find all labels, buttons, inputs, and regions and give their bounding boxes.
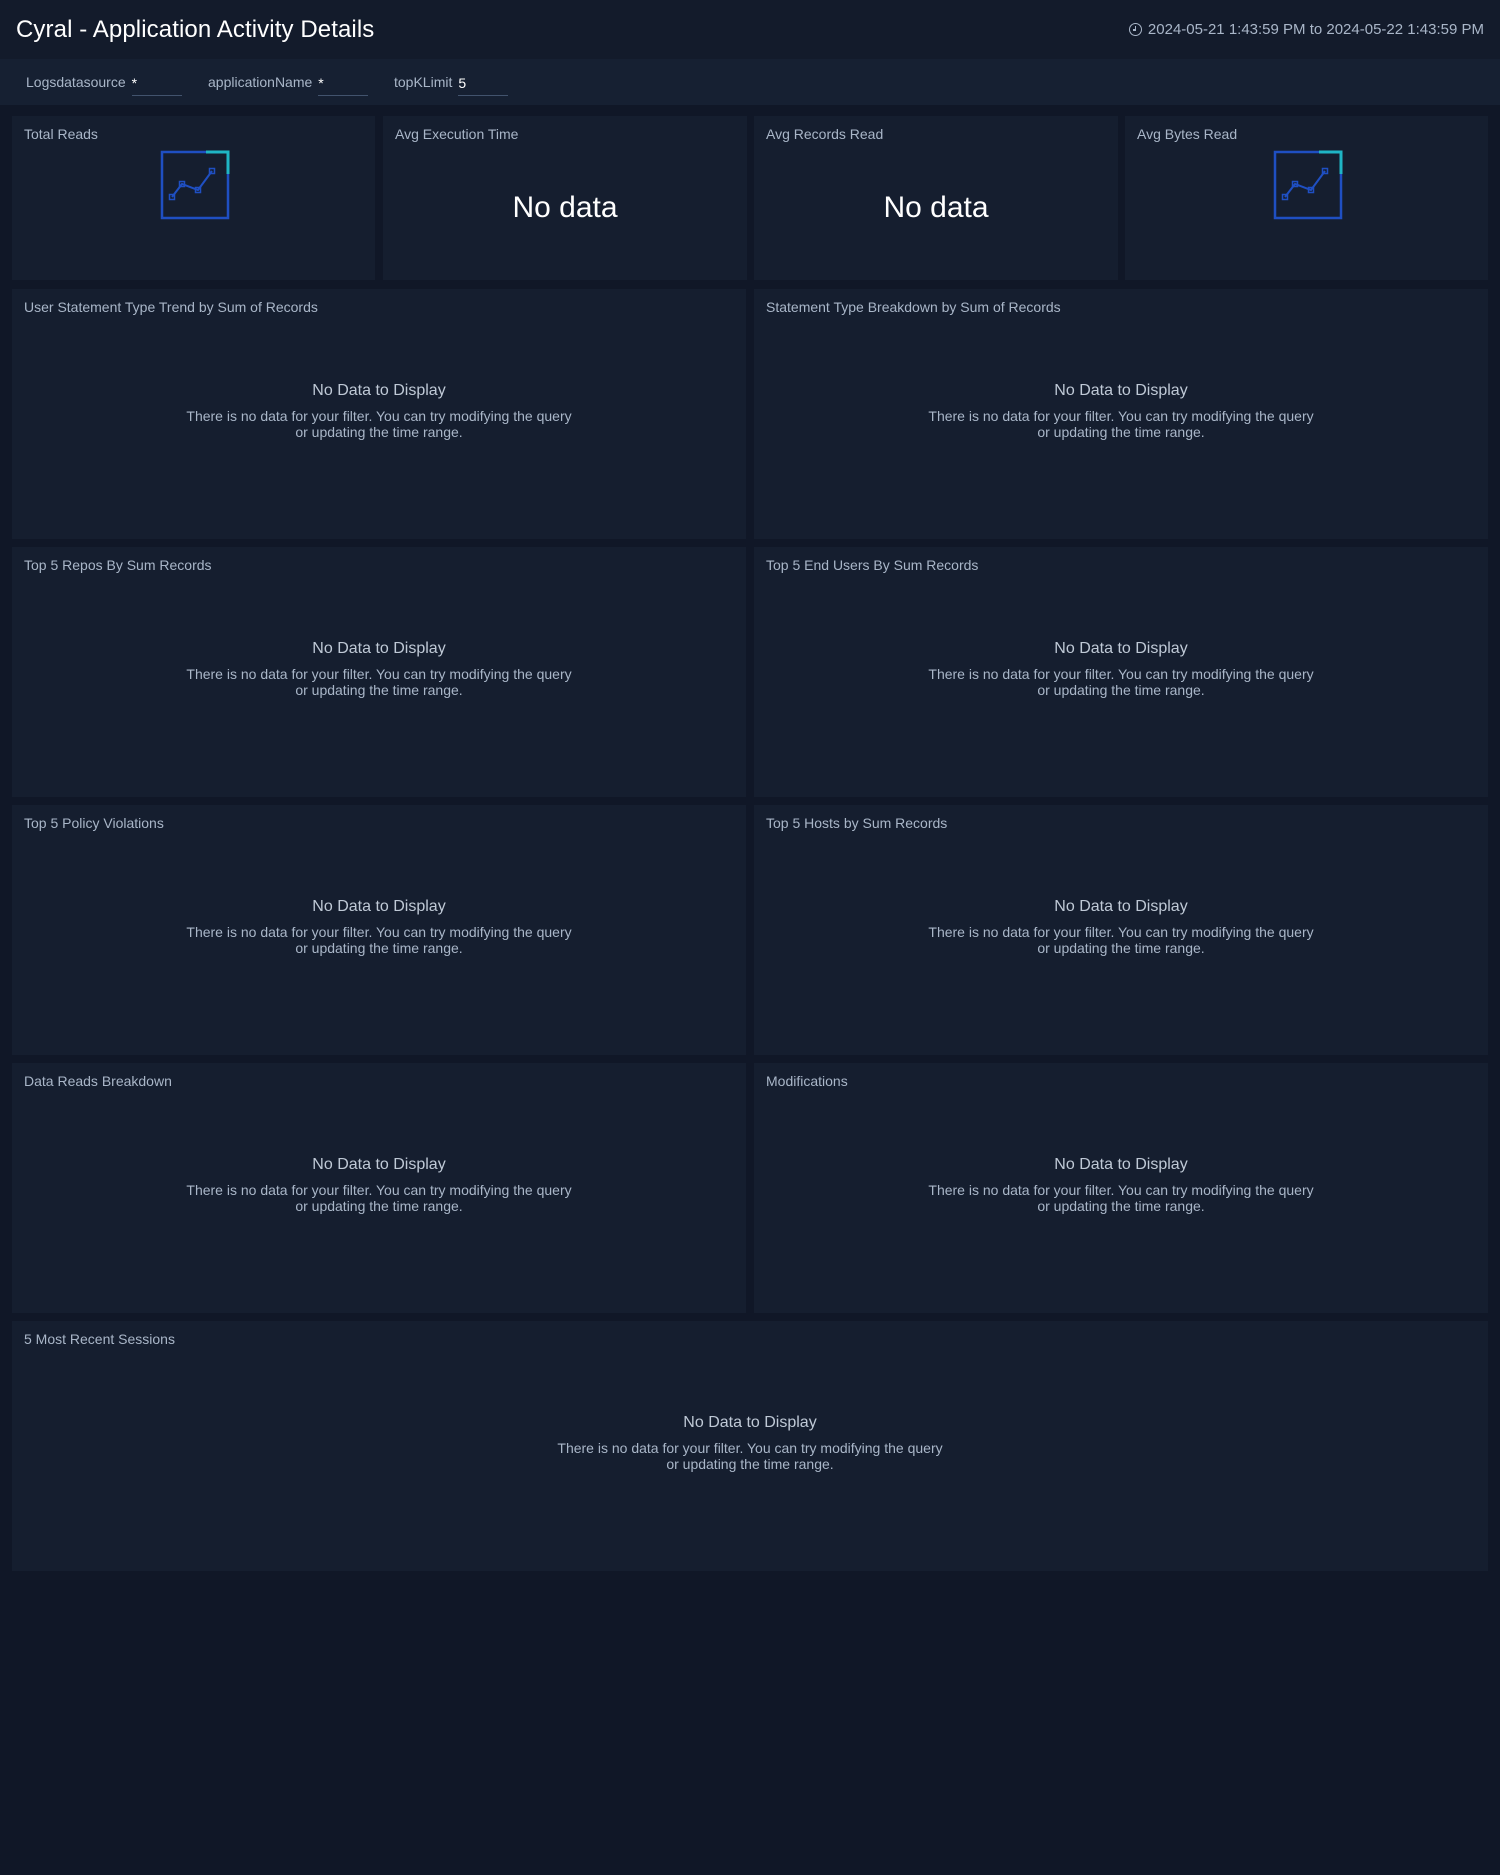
panel-avg-bytes-read: Avg Bytes Read xyxy=(1125,116,1488,280)
panel-title: Avg Bytes Read xyxy=(1137,126,1238,142)
page-title: Cyral - Application Activity Details xyxy=(16,16,375,43)
empty-state: No Data to Display There is no data for … xyxy=(754,1156,1488,1214)
panel-title: User Statement Type Trend by Sum of Reco… xyxy=(24,299,318,315)
empty-state-message: There is no data for your filter. You ca… xyxy=(186,924,572,956)
panel-title: 5 Most Recent Sessions xyxy=(24,1331,175,1347)
empty-state-message: There is no data for your filter. You ca… xyxy=(928,924,1314,956)
empty-state: No Data to Display There is no data for … xyxy=(12,382,746,440)
panel-data-reads-breakdown: Data Reads Breakdown No Data to Display … xyxy=(12,1063,746,1313)
filter-applicationname: applicationName * xyxy=(208,59,369,105)
panel-title: Statement Type Breakdown by Sum of Recor… xyxy=(766,299,1061,315)
empty-state-message: There is no data for your filter. You ca… xyxy=(928,408,1314,440)
panel-top-5-repos: Top 5 Repos By Sum Records No Data to Di… xyxy=(12,547,746,797)
time-range-picker[interactable]: 2024-05-21 1:43:59 PM to 2024-05-22 1:43… xyxy=(1128,21,1484,38)
panel-title: Data Reads Breakdown xyxy=(24,1073,172,1089)
panel-statement-type-breakdown: Statement Type Breakdown by Sum of Recor… xyxy=(754,289,1488,539)
topklimit-input[interactable]: 5 xyxy=(458,69,509,96)
panel-title: Top 5 End Users By Sum Records xyxy=(766,557,979,573)
panel-avg-execution-time: Avg Execution Time No data xyxy=(383,116,747,280)
chart-placeholder-icon xyxy=(160,150,230,220)
empty-state-message: There is no data for your filter. You ca… xyxy=(928,666,1314,698)
filter-topklimit: topKLimit 5 xyxy=(394,59,509,105)
filter-bar: Logsdatasource * applicationName * topKL… xyxy=(0,59,1500,105)
panel-total-reads: Total Reads xyxy=(12,116,375,280)
panel-modifications: Modifications No Data to Display There i… xyxy=(754,1063,1488,1313)
filter-label: applicationName xyxy=(208,74,313,90)
panel-top-5-hosts: Top 5 Hosts by Sum Records No Data to Di… xyxy=(754,805,1488,1055)
clock-icon xyxy=(1128,23,1142,36)
panel-title: Avg Execution Time xyxy=(395,126,519,142)
empty-state-heading: No Data to Display xyxy=(1054,382,1188,399)
panel-recent-sessions: 5 Most Recent Sessions No Data to Displa… xyxy=(12,1321,1488,1571)
empty-state: No Data to Display There is no data for … xyxy=(12,640,746,698)
empty-state: No Data to Display There is no data for … xyxy=(12,1156,746,1214)
panel-title: Top 5 Hosts by Sum Records xyxy=(766,815,948,831)
applicationname-input[interactable]: * xyxy=(318,69,369,96)
empty-state: No Data to Display There is no data for … xyxy=(754,898,1488,956)
dashboard-header: Cyral - Application Activity Details 202… xyxy=(0,0,1500,59)
panel-title: Top 5 Policy Violations xyxy=(24,815,164,831)
empty-state-heading: No Data to Display xyxy=(1054,898,1188,915)
panel-top-5-end-users: Top 5 End Users By Sum Records No Data t… xyxy=(754,547,1488,797)
empty-state-message: There is no data for your filter. You ca… xyxy=(186,666,572,698)
filter-logsdatasource: Logsdatasource * xyxy=(26,59,182,105)
filter-label: topKLimit xyxy=(394,74,453,90)
empty-state: No Data to Display There is no data for … xyxy=(12,1414,1488,1472)
empty-state-message: There is no data for your filter. You ca… xyxy=(186,408,572,440)
time-range-label: 2024-05-21 1:43:59 PM to 2024-05-22 1:43… xyxy=(1147,21,1484,38)
panel-avg-records-read: Avg Records Read No data xyxy=(754,116,1118,280)
chart-placeholder-icon xyxy=(1273,150,1343,220)
empty-state-heading: No Data to Display xyxy=(1054,640,1188,657)
empty-state: No Data to Display There is no data for … xyxy=(12,898,746,956)
stat-value: No data xyxy=(512,191,618,224)
empty-state-heading: No Data to Display xyxy=(312,1156,446,1173)
empty-state-heading: No Data to Display xyxy=(1054,1156,1188,1173)
empty-state-heading: No Data to Display xyxy=(312,640,446,657)
empty-state: No Data to Display There is no data for … xyxy=(754,382,1488,440)
empty-state-heading: No Data to Display xyxy=(683,1414,817,1431)
panel-user-statement-type-trend: User Statement Type Trend by Sum of Reco… xyxy=(12,289,746,539)
panel-title: Top 5 Repos By Sum Records xyxy=(24,557,212,573)
stat-value: No data xyxy=(883,191,989,224)
empty-state-message: There is no data for your filter. You ca… xyxy=(186,1182,572,1214)
empty-state-message: There is no data for your filter. You ca… xyxy=(928,1182,1314,1214)
logsdatasource-input[interactable]: * xyxy=(131,69,182,96)
empty-state-heading: No Data to Display xyxy=(312,898,446,915)
panel-title: Avg Records Read xyxy=(766,126,884,142)
panel-title: Total Reads xyxy=(24,126,98,142)
filter-label: Logsdatasource xyxy=(26,74,126,90)
empty-state-message: There is no data for your filter. You ca… xyxy=(557,1440,943,1472)
panel-title: Modifications xyxy=(766,1073,848,1089)
empty-state: No Data to Display There is no data for … xyxy=(754,640,1488,698)
empty-state-heading: No Data to Display xyxy=(312,382,446,399)
panel-top-5-policy-violations: Top 5 Policy Violations No Data to Displ… xyxy=(12,805,746,1055)
